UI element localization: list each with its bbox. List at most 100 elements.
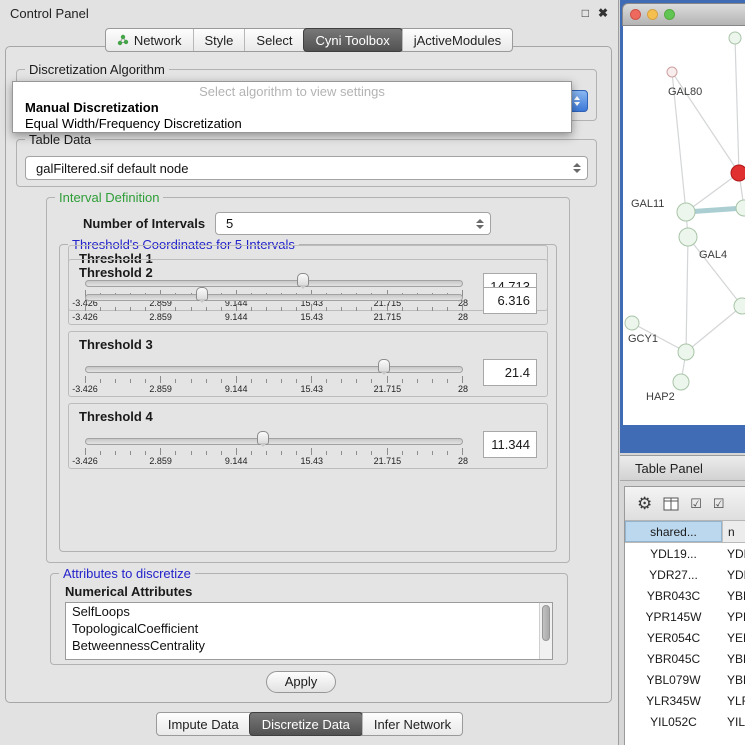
gear-icon[interactable]: ⚙ (637, 495, 652, 512)
scrollbar-thumb[interactable] (542, 605, 550, 641)
network-node[interactable] (729, 32, 741, 44)
tab-jactivemodules[interactable]: jActiveModules (402, 29, 512, 51)
checkbox-icon[interactable]: ☑ (690, 497, 702, 510)
threshold-slider[interactable]: -3.4262.8599.14415.4321.71528 (85, 430, 463, 468)
threshold-group: Threshold 4 -3.4262.8599.14415.4321.7152… (68, 403, 548, 469)
number-of-intervals-combobox[interactable]: 5 (215, 212, 491, 235)
network-edge (688, 237, 742, 306)
slider-thumb[interactable] (196, 287, 208, 301)
scrollbar[interactable] (539, 603, 552, 659)
table-row[interactable]: YER054CYER0 (625, 627, 745, 648)
checkbox-icon[interactable]: ☑ (713, 497, 725, 510)
table-row[interactable]: YBL079WYBL0 (625, 669, 745, 690)
slider-track[interactable] (85, 366, 463, 373)
table-header-row: shared... n (625, 521, 745, 543)
network-node[interactable] (678, 344, 694, 360)
threshold-slider[interactable]: -3.4262.8599.14415.4321.71528 (85, 286, 463, 324)
table-panel-window: ⚙ ☑ ☑ shared... n YDL19...YDL1YDR27...YD… (624, 486, 745, 745)
tab-network[interactable]: Network (106, 29, 193, 51)
node-label: GAL80 (668, 86, 702, 98)
tab-impute-data[interactable]: Impute Data (157, 713, 250, 735)
slider-tick-labels: -3.4262.8599.14415.4321.71528 (85, 384, 463, 394)
table-row[interactable]: YPR145WYPR1 (625, 606, 745, 627)
network-edge (735, 38, 739, 173)
tab-style[interactable]: Style (193, 29, 245, 51)
network-node[interactable] (625, 316, 639, 330)
cell-shared-name: YBL079W (625, 669, 722, 690)
network-window-titlebar[interactable] (622, 3, 745, 26)
cell-shared-name: YIL052C (625, 711, 722, 732)
tab-select[interactable]: Select (244, 29, 303, 51)
tab-discretize-data[interactable]: Discretize Data (249, 712, 363, 736)
zoom-button[interactable] (664, 9, 675, 20)
network-node[interactable] (736, 200, 745, 216)
attribute-list-item[interactable]: SelfLoops (66, 603, 552, 620)
desktop-background: GAL80GAL11GAL4GCY1HAP2 (620, 0, 745, 453)
network-node[interactable] (673, 374, 689, 390)
attributes-to-discretize-group: Attributes to discretize Numerical Attri… (50, 573, 568, 665)
column-header-shared-name[interactable]: shared... (625, 521, 722, 542)
cell-shared-name: YLR345W (625, 690, 722, 711)
tab-label: Impute Data (168, 717, 239, 732)
network-canvas[interactable]: GAL80GAL11GAL4GCY1HAP2 (623, 26, 745, 425)
table-row[interactable]: YDR27...YDR2 (625, 564, 745, 585)
slider-thumb[interactable] (378, 359, 390, 373)
network-view-window: GAL80GAL11GAL4GCY1HAP2 (622, 3, 745, 449)
close-button[interactable] (630, 9, 641, 20)
minimize-button[interactable] (647, 9, 658, 20)
algorithm-option-list: Manual DiscretizationEqual Width/Frequen… (13, 100, 571, 132)
network-node[interactable] (731, 165, 745, 181)
tab-infer-network[interactable]: Infer Network (362, 713, 462, 735)
slider-ticks (85, 448, 463, 455)
attribute-list-item[interactable]: BetweennessCentrality (66, 637, 552, 654)
numerical-attributes-list[interactable]: SelfLoopsTopologicalCoefficientBetweenne… (65, 602, 553, 660)
numerical-attributes-label: Numerical Attributes (65, 584, 192, 599)
slider-tick-labels: -3.4262.8599.14415.4321.71528 (85, 312, 463, 322)
table-row[interactable]: YIL052CYIL0 (625, 711, 745, 732)
threshold-value-field[interactable]: 21.4 (483, 359, 537, 386)
node-label: GCY1 (628, 333, 658, 345)
node-label: GAL4 (699, 249, 727, 261)
slider-track[interactable] (85, 294, 463, 301)
cell-name: YBL0 (722, 669, 745, 690)
table-row[interactable]: YBR045CYBR0 (625, 648, 745, 669)
cell-name: YDL1 (722, 543, 745, 564)
network-node[interactable] (734, 298, 745, 314)
network-edge (686, 306, 742, 352)
network-node[interactable] (667, 67, 677, 77)
table-row[interactable]: YBR043CYBR0 (625, 585, 745, 606)
table-panel-title: Table Panel (635, 461, 703, 476)
table-row[interactable]: YLR345WYLR3 (625, 690, 745, 711)
tab-label: Style (205, 33, 234, 48)
top-tab-group: Network Style SelectCyni ToolboxjActiveMod… (105, 28, 513, 52)
cell-shared-name: YER054C (625, 627, 722, 648)
threshold-value-field[interactable]: 6.316 (483, 287, 537, 314)
algorithm-option-manual-discretization[interactable]: Manual Discretization (13, 100, 571, 116)
control-panel-titlebar: Control Panel □ ✖ (0, 0, 618, 26)
top-tab-row: Network Style SelectCyni ToolboxjActiveMod… (0, 28, 618, 52)
table-panel-headerbar[interactable]: Table Panel (620, 455, 745, 481)
algorithm-option-equal-width-frequency-discretization[interactable]: Equal Width/Frequency Discretization (13, 116, 571, 132)
node-label: HAP2 (646, 391, 675, 403)
network-node[interactable] (679, 228, 697, 246)
threshold-group: Threshold 2 -3.4262.8599.14415.4321.7152… (68, 259, 548, 325)
combo-arrows-icon (573, 163, 581, 173)
combo-arrows-icon (476, 219, 484, 229)
cell-shared-name: YDL19... (625, 543, 722, 564)
threshold-value-field[interactable]: 11.344 (483, 431, 537, 458)
slider-track[interactable] (85, 438, 463, 445)
columns-icon[interactable] (663, 497, 679, 511)
threshold-slider[interactable]: -3.4262.8599.14415.4321.71528 (85, 358, 463, 396)
table-row[interactable]: YDL19...YDL1 (625, 543, 745, 564)
close-panel-icon[interactable]: ✖ (598, 6, 608, 20)
float-window-icon[interactable]: □ (582, 6, 589, 20)
tab-cyni-toolbox[interactable]: Cyni Toolbox (303, 28, 403, 52)
network-node[interactable] (677, 203, 695, 221)
discretization-algorithm-title: Discretization Algorithm (25, 62, 169, 77)
column-header-name[interactable]: n (722, 521, 745, 542)
table-data-combobox[interactable]: galFiltered.sif default node (25, 156, 588, 180)
attribute-list-item[interactable]: TopologicalCoefficient (66, 620, 552, 637)
slider-thumb[interactable] (257, 431, 269, 445)
apply-button[interactable]: Apply (266, 671, 336, 693)
attributes-group-title: Attributes to discretize (59, 566, 195, 581)
